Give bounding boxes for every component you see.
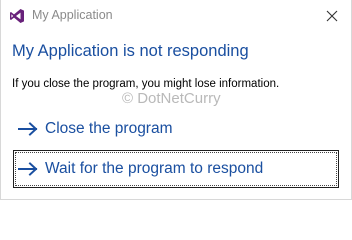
dialog-window: My Application My Application is not res… [0, 0, 352, 200]
close-program-option[interactable]: Close the program [13, 114, 339, 144]
dialog-message: If you close the program, you might lose… [12, 78, 280, 90]
watermark-text: © DotNetCurry [122, 90, 221, 107]
arrow-right-icon [17, 121, 39, 137]
window-title: My Application [32, 8, 113, 22]
close-button[interactable] [319, 3, 345, 29]
arrow-right-icon [17, 161, 39, 177]
app-icon [9, 8, 25, 24]
wait-for-program-option[interactable]: Wait for the program to respond [13, 150, 339, 188]
close-program-label: Close the program [45, 120, 173, 137]
close-icon [326, 10, 338, 22]
dialog-heading: My Application is not responding [12, 42, 249, 60]
wait-for-program-label: Wait for the program to respond [45, 160, 264, 177]
title-bar[interactable]: My Application [1, 0, 351, 32]
